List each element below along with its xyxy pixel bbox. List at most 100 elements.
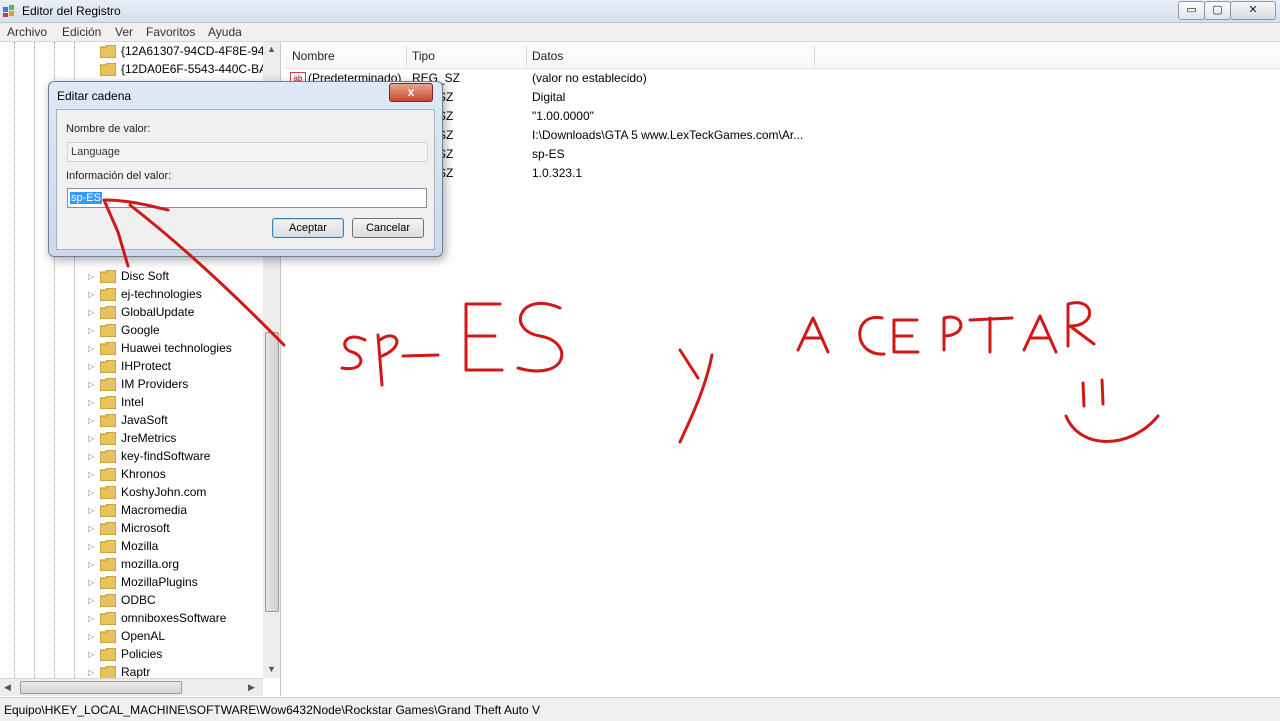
- tree-item-label: Policies: [121, 647, 163, 661]
- expand-arrow-icon[interactable]: ▷: [88, 290, 94, 299]
- tree-item[interactable]: ▷ Google: [88, 322, 268, 340]
- tree-item-label: JreMetrics: [121, 431, 177, 445]
- tree-item-label: {12A61307-94CD-4F8E-94B: [121, 44, 273, 58]
- tree-item[interactable]: ▷ key-findSoftware: [88, 448, 268, 466]
- column-header-name[interactable]: Nombre: [292, 49, 335, 63]
- menu-ayuda[interactable]: Ayuda: [208, 25, 242, 39]
- expand-arrow-icon[interactable]: ▷: [88, 416, 94, 425]
- folder-icon: [100, 522, 116, 535]
- menu-ver[interactable]: Ver: [115, 25, 133, 39]
- folder-icon: [100, 360, 116, 373]
- cancel-button[interactable]: Cancelar: [352, 218, 424, 238]
- folder-icon: [100, 594, 116, 607]
- expand-arrow-icon[interactable]: ▷: [88, 344, 94, 353]
- tree-item[interactable]: ▷ IHProtect: [88, 358, 268, 376]
- tree-item[interactable]: ▷ KoshyJohn.com: [88, 484, 268, 502]
- tree-item[interactable]: ▷ MozillaPlugins: [88, 574, 268, 592]
- column-divider[interactable]: [406, 46, 407, 66]
- scroll-down-icon[interactable]: ▼: [267, 664, 276, 674]
- expand-arrow-icon[interactable]: ▷: [88, 362, 94, 371]
- scrollbar-thumb[interactable]: [20, 681, 182, 694]
- scroll-right-icon[interactable]: ▶: [248, 682, 255, 693]
- tree-item[interactable]: ▷ JavaSoft: [88, 412, 268, 430]
- tree-item[interactable]: ▷ GlobalUpdate: [88, 304, 268, 322]
- value-name-field: Language: [67, 142, 428, 162]
- tree-item[interactable]: ▷ JreMetrics: [88, 430, 268, 448]
- expand-arrow-icon[interactable]: ▷: [88, 596, 94, 605]
- expand-arrow-icon[interactable]: ▷: [88, 272, 94, 281]
- tree-item-label: Disc Soft: [121, 269, 170, 283]
- menu-edicion[interactable]: Edición: [62, 25, 101, 39]
- expand-arrow-icon[interactable]: ▷: [88, 380, 94, 389]
- tree-item[interactable]: ▷ Khronos: [88, 466, 268, 484]
- tree-item[interactable]: ▷ ej-technologies: [88, 286, 268, 304]
- tree-item[interactable]: ▷ Huawei technologies: [88, 340, 268, 358]
- expand-arrow-icon[interactable]: ▷: [88, 614, 94, 623]
- tree-item-label: IHProtect: [121, 359, 172, 373]
- tree-item-label: omniboxesSoftware: [121, 611, 227, 625]
- status-key-path: Equipo\HKEY_LOCAL_MACHINE\SOFTWARE\Wow64…: [4, 703, 540, 717]
- tree-item[interactable]: ▷ IM Providers: [88, 376, 268, 394]
- scrollbar-thumb[interactable]: [265, 332, 279, 612]
- folder-icon: [100, 324, 116, 337]
- folder-icon: [100, 648, 116, 661]
- expand-arrow-icon[interactable]: ▷: [88, 632, 94, 641]
- tree-item[interactable]: ▷ Disc Soft: [88, 268, 268, 286]
- expand-arrow-icon[interactable]: ▷: [88, 506, 94, 515]
- expand-arrow-icon[interactable]: ▷: [88, 650, 94, 659]
- tree-item-label: {12DA0E6F-5543-440C-BAA: [121, 62, 276, 76]
- tree-item[interactable]: ▷ Macromedia: [88, 502, 268, 520]
- expand-arrow-icon[interactable]: ▷: [88, 452, 94, 461]
- tree-item-label: Microsoft: [121, 521, 170, 535]
- close-icon: x: [407, 85, 415, 99]
- folder-icon: [100, 432, 116, 445]
- window-title: Editor del Registro: [22, 4, 121, 18]
- close-window-button[interactable]: ✕: [1230, 1, 1276, 20]
- value-data: 1.0.323.1: [532, 166, 583, 180]
- tree-item[interactable]: ▷ mozilla.org: [88, 556, 268, 574]
- expand-arrow-icon[interactable]: ▷: [88, 308, 94, 317]
- folder-icon: [100, 378, 116, 391]
- tree-item-label: ODBC: [121, 593, 156, 607]
- column-divider[interactable]: [814, 46, 815, 66]
- tree-item[interactable]: ▷ omniboxesSoftware: [88, 610, 268, 628]
- column-header-type[interactable]: Tipo: [412, 49, 435, 63]
- column-divider[interactable]: [526, 46, 527, 66]
- value-data-input[interactable]: sp-ES: [67, 188, 427, 208]
- tree-item-label: Intel: [121, 395, 144, 409]
- tree-item[interactable]: ▷ OpenAL: [88, 628, 268, 646]
- value-data: (valor no establecido): [532, 71, 647, 85]
- tree-item[interactable]: ▷ Policies: [88, 646, 268, 664]
- dialog-close-button[interactable]: x: [389, 83, 433, 102]
- accept-button[interactable]: Aceptar: [272, 218, 344, 238]
- folder-icon: [100, 306, 116, 319]
- minimize-button[interactable]: ▭: [1178, 1, 1205, 20]
- expand-arrow-icon[interactable]: ▷: [88, 668, 94, 677]
- expand-arrow-icon[interactable]: ▷: [88, 326, 94, 335]
- menu-archivo[interactable]: Archivo: [7, 25, 47, 39]
- expand-arrow-icon[interactable]: ▷: [88, 434, 94, 443]
- expand-arrow-icon[interactable]: ▷: [88, 542, 94, 551]
- tree-item[interactable]: {12A61307-94CD-4F8E-94B: [88, 43, 272, 61]
- tree-item[interactable]: ▷ Intel: [88, 394, 268, 412]
- expand-arrow-icon[interactable]: ▷: [88, 578, 94, 587]
- maximize-button[interactable]: ▢: [1204, 1, 1231, 20]
- expand-arrow-icon[interactable]: ▷: [88, 470, 94, 479]
- folder-icon: [100, 468, 116, 481]
- tree-item[interactable]: {12DA0E6F-5543-440C-BAA: [88, 61, 275, 79]
- expand-arrow-icon[interactable]: ▷: [88, 524, 94, 533]
- tree-horizontal-scrollbar[interactable]: ◀ ▶: [0, 678, 263, 696]
- tree-item[interactable]: ▷ Microsoft: [88, 520, 268, 538]
- scroll-left-icon[interactable]: ◀: [4, 682, 11, 693]
- expand-arrow-icon[interactable]: ▷: [88, 560, 94, 569]
- value-data: I:\Downloads\GTA 5 www.LexTeckGames.com\…: [532, 128, 804, 142]
- tree-item[interactable]: ▷ Mozilla: [88, 538, 268, 556]
- folder-icon: [100, 45, 116, 58]
- expand-arrow-icon[interactable]: ▷: [88, 398, 94, 407]
- value-name-label: Nombre de valor:: [66, 123, 151, 135]
- scroll-up-icon[interactable]: ▲: [267, 44, 276, 54]
- column-header-data[interactable]: Datos: [532, 49, 563, 63]
- menu-favoritos[interactable]: Favoritos: [146, 25, 195, 39]
- expand-arrow-icon[interactable]: ▷: [88, 488, 94, 497]
- tree-item[interactable]: ▷ ODBC: [88, 592, 268, 610]
